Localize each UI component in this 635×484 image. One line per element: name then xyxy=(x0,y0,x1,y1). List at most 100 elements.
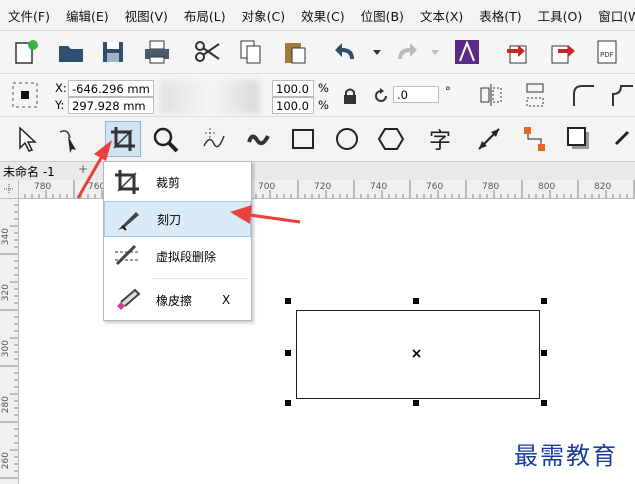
svg-text:PDF: PDF xyxy=(600,51,614,59)
menu-bar: 文件(F) 编辑(E) 视图(V) 布局(L) 对象(C) 效果(C) 位图(B… xyxy=(0,0,635,31)
selection-handle[interactable] xyxy=(413,400,419,406)
round-corner-icon[interactable] xyxy=(566,78,600,112)
polygon-tool-icon[interactable] xyxy=(374,122,408,156)
undo-icon[interactable] xyxy=(330,35,364,69)
menu-layout[interactable]: 布局(L) xyxy=(176,6,234,25)
menu-table[interactable]: 表格(T) xyxy=(471,6,529,25)
scale-x-field[interactable]: 100.0 xyxy=(272,80,314,97)
mirror-vertical-icon[interactable] xyxy=(518,78,552,112)
ellipse-tool-icon[interactable] xyxy=(330,122,364,156)
percent-label-x: % xyxy=(318,81,329,95)
flyout-item-label: 橡皮擦 xyxy=(156,293,193,308)
scale-y-field[interactable]: 100.0 xyxy=(272,97,314,114)
hruler-tick-label: 720 xyxy=(314,182,332,192)
selection-handle[interactable] xyxy=(285,400,291,406)
publish-pdf-icon[interactable]: PDF xyxy=(590,35,624,69)
vruler-tick-label: 320 xyxy=(1,284,11,302)
vruler-tick-label: 340 xyxy=(1,228,11,246)
flyout-item-shortcut: X xyxy=(222,293,231,307)
menu-text[interactable]: 文本(X) xyxy=(412,6,471,25)
menu-bitmaps[interactable]: 位图(B) xyxy=(353,6,412,25)
selection-handle[interactable] xyxy=(285,350,291,356)
crop-icon xyxy=(112,167,142,197)
cut-icon[interactable] xyxy=(190,35,224,69)
drop-shadow-tool-icon[interactable] xyxy=(562,122,596,156)
menu-tools[interactable]: 工具(O) xyxy=(530,6,591,25)
flyout-item-crop[interactable]: 裁剪 xyxy=(104,164,251,200)
new-document-icon[interactable] xyxy=(8,35,42,69)
connector-tool-icon[interactable] xyxy=(518,122,552,156)
document-tab[interactable]: 未命名 -1 xyxy=(3,163,55,180)
toolbox: 字 xyxy=(0,117,635,162)
shape-tool-icon[interactable] xyxy=(52,122,86,156)
knife-icon xyxy=(113,205,143,235)
vertical-ruler[interactable]: 340 320 300 280 260 xyxy=(0,198,19,484)
text-tool-icon[interactable]: 字 xyxy=(424,122,458,156)
degree-label: ° xyxy=(445,84,451,98)
export-icon[interactable] xyxy=(546,35,580,69)
ruler-corner[interactable] xyxy=(0,180,19,199)
eyedropper-tool-icon[interactable] xyxy=(604,122,635,156)
object-origin-icon[interactable] xyxy=(8,78,42,112)
selection-handle[interactable] xyxy=(541,350,547,356)
eraser-icon xyxy=(112,285,142,315)
svg-text:字: 字 xyxy=(429,129,451,154)
mirror-horizontal-icon[interactable] xyxy=(474,78,508,112)
selection-handle[interactable] xyxy=(541,298,547,304)
redo-dropdown-icon[interactable] xyxy=(418,35,452,69)
hruler-tick-label: 780 xyxy=(34,182,52,192)
crop-tool-flyout: 裁剪 刻刀 虚拟段删除 橡皮擦 X xyxy=(103,161,252,321)
import-icon[interactable] xyxy=(502,35,536,69)
hruler-tick-label: 740 xyxy=(370,182,388,192)
pick-tool-icon[interactable] xyxy=(10,122,44,156)
selection-handle[interactable] xyxy=(413,298,419,304)
menu-effects[interactable]: 效果(C) xyxy=(293,6,352,25)
corel-connect-icon[interactable] xyxy=(450,35,484,69)
document-tab-bar: 未命名 -1 + xyxy=(0,162,635,180)
menu-file[interactable]: 文件(F) xyxy=(0,6,58,25)
flyout-item-eraser[interactable]: 橡皮擦 X xyxy=(104,282,251,318)
hruler-tick-label: 800 xyxy=(538,182,556,192)
menu-object[interactable]: 对象(C) xyxy=(234,6,293,25)
hruler-tick-label: 780 xyxy=(482,182,500,192)
percent-label-y: % xyxy=(318,98,329,112)
size-fields-blurred xyxy=(160,80,260,114)
copy-icon[interactable] xyxy=(234,35,268,69)
menu-view[interactable]: 视图(V) xyxy=(117,6,176,25)
vruler-tick-label: 260 xyxy=(1,452,11,470)
standard-toolbar: PDF xyxy=(0,31,635,74)
selection-handle[interactable] xyxy=(285,298,291,304)
paste-icon[interactable] xyxy=(278,35,312,69)
dimension-tool-icon[interactable] xyxy=(472,122,506,156)
center-marker-icon[interactable] xyxy=(412,349,421,358)
watermark-text: 最需教育 xyxy=(514,442,618,470)
open-folder-icon[interactable] xyxy=(54,35,88,69)
rotation-field[interactable]: .0 xyxy=(393,86,439,103)
vruler-tick-label: 300 xyxy=(1,340,11,358)
redo-icon[interactable] xyxy=(388,35,422,69)
hruler-tick-label: 700 xyxy=(258,182,276,192)
menu-edit[interactable]: 编辑(E) xyxy=(58,6,117,25)
menu-window[interactable]: 窗口(W) xyxy=(590,6,635,25)
flyout-separator xyxy=(152,278,248,279)
crop-tool-button[interactable] xyxy=(105,121,141,157)
add-tab-icon[interactable]: + xyxy=(74,162,92,176)
zoom-tool-icon[interactable] xyxy=(148,122,182,156)
flyout-item-label: 虚拟段删除 xyxy=(156,249,217,264)
save-icon[interactable] xyxy=(96,35,130,69)
x-position-field[interactable]: -646.296 mm xyxy=(68,80,154,97)
rectangle-tool-icon[interactable] xyxy=(287,122,321,156)
flyout-item-virtual-segment-delete[interactable]: 虚拟段删除 xyxy=(104,238,251,274)
flyout-item-label: 刻刀 xyxy=(157,212,182,227)
freehand-tool-icon[interactable] xyxy=(198,122,232,156)
y-position-field[interactable]: 297.928 mm xyxy=(68,97,154,114)
flyout-item-knife[interactable]: 刻刀 xyxy=(104,201,251,237)
print-icon[interactable] xyxy=(140,35,174,69)
hruler-tick-label: 760 xyxy=(426,182,444,192)
flyout-item-label: 裁剪 xyxy=(156,175,181,190)
selection-handle[interactable] xyxy=(541,400,547,406)
scallop-corner-icon[interactable] xyxy=(605,78,635,112)
property-bar: X: -646.296 mm Y: 297.928 mm 100.0 100.0… xyxy=(0,74,635,117)
artistic-media-tool-icon[interactable] xyxy=(242,122,276,156)
lock-ratio-icon[interactable] xyxy=(333,79,367,113)
